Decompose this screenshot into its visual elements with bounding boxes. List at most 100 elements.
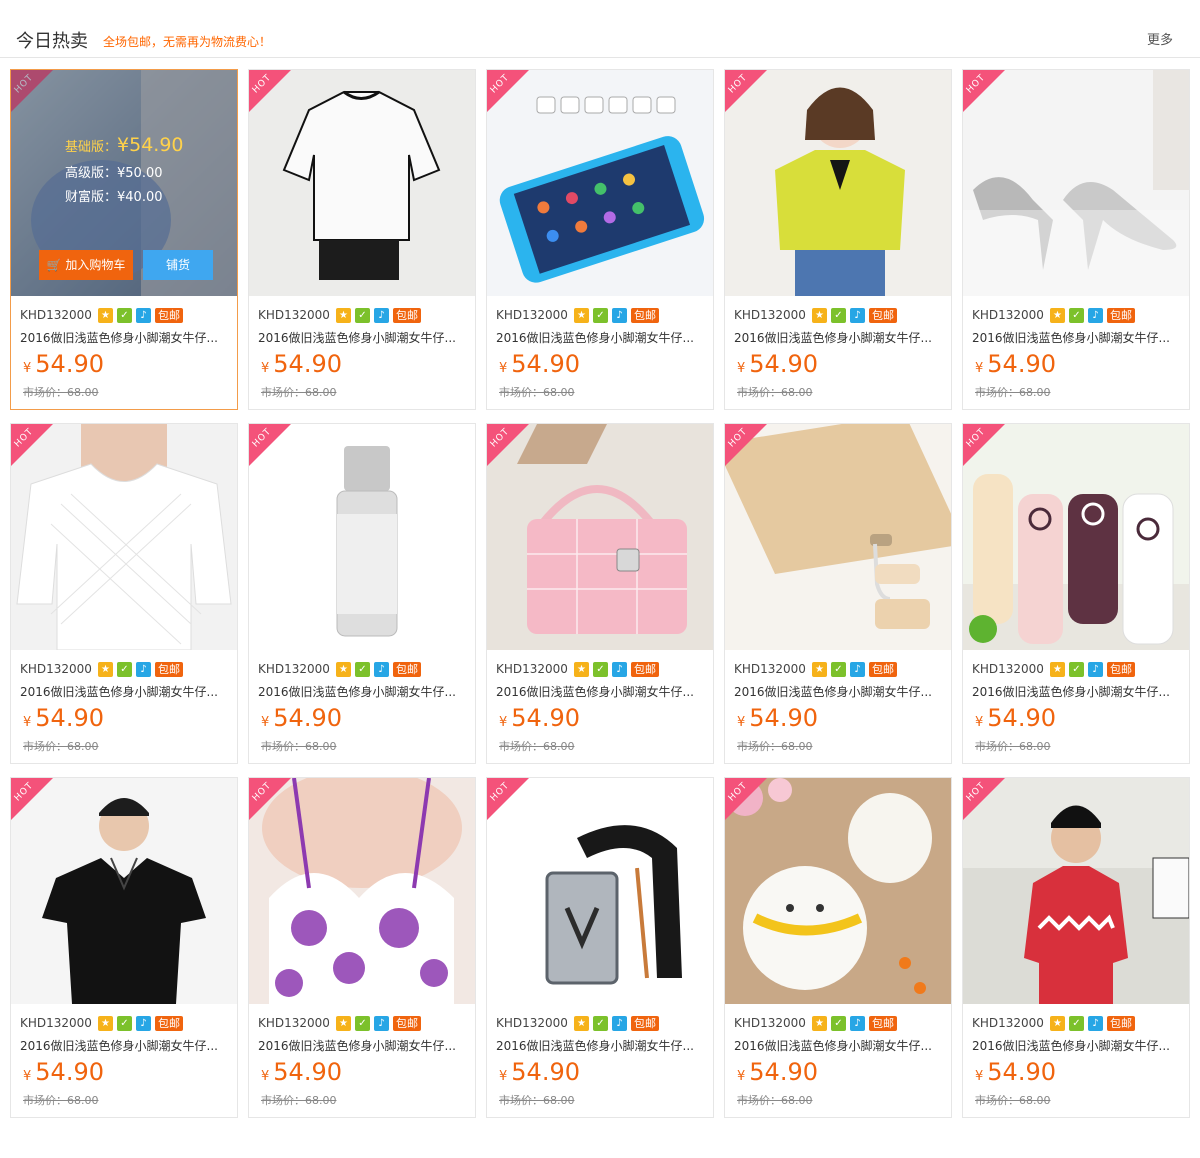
price-tier-overlay: 基础版：¥54.90 高级版：¥50.00 财富版：¥40.00 🛒 加入购物车… bbox=[11, 70, 237, 296]
product-card[interactable]: HOT KHD132000 ★ ✓ ♪ 包邮 2016做旧浅蓝色修身小脚潮女牛仔… bbox=[248, 777, 476, 1118]
product-card[interactable]: HOT KHD132000 ★ ✓ ♪ 包邮 2016做旧浅蓝色修身小脚潮女牛仔… bbox=[248, 423, 476, 764]
currency-symbol: ¥ bbox=[737, 361, 746, 376]
product-meta: KHD132000 ★ ✓ ♪ 包邮 bbox=[496, 306, 663, 324]
add-to-cart-button[interactable]: 🛒 加入购物车 bbox=[39, 250, 133, 280]
market-price: 市场价：68.00 bbox=[261, 386, 337, 399]
product-card[interactable]: HOT KHD132000 ★ ✓ ♪ 包邮 2016做旧浅蓝色修身小脚潮女牛仔… bbox=[962, 777, 1190, 1118]
free-shipping-badge: 包邮 bbox=[630, 1015, 659, 1031]
price-value: 54.90 bbox=[511, 1058, 580, 1086]
product-image[interactable]: HOT bbox=[963, 424, 1189, 650]
star-icon: ★ bbox=[97, 307, 113, 323]
product-image[interactable]: HOT bbox=[725, 778, 951, 1004]
product-image[interactable]: HOT bbox=[249, 70, 475, 296]
price-value: 54.90 bbox=[35, 1058, 104, 1086]
product-card[interactable]: HOT KHD132000 ★ ✓ ♪ 包邮 2016做旧浅蓝色修身小脚潮女牛仔… bbox=[724, 423, 952, 764]
product-name[interactable]: 2016做旧浅蓝色修身小脚潮女牛仔... bbox=[972, 329, 1182, 346]
product-name[interactable]: 2016做旧浅蓝色修身小脚潮女牛仔... bbox=[496, 1037, 706, 1054]
product-card[interactable]: HOT KHD132000 ★ ✓ ♪ 包邮 2016做旧浅蓝色修身小脚潮女牛仔… bbox=[486, 423, 714, 764]
product-price: ¥54.90 bbox=[499, 704, 580, 732]
product-name[interactable]: 2016做旧浅蓝色修身小脚潮女牛仔... bbox=[734, 1037, 944, 1054]
product-image[interactable]: HOT bbox=[487, 424, 713, 650]
product-name[interactable]: 2016做旧浅蓝色修身小脚潮女牛仔... bbox=[972, 1037, 1182, 1054]
product-meta: KHD132000 ★ ✓ ♪ 包邮 bbox=[20, 660, 187, 678]
product-card[interactable]: HOT KHD132000 ★ ✓ ♪ 包邮 2016做旧浅蓝色修身小脚潮女牛仔… bbox=[10, 423, 238, 764]
product-image[interactable]: HOT bbox=[249, 424, 475, 650]
product-meta: KHD132000 ★ ✓ ♪ 包邮 bbox=[258, 1014, 425, 1032]
product-image[interactable]: HOT bbox=[249, 778, 475, 1004]
product-image[interactable]: HOT bbox=[963, 778, 1189, 1004]
free-shipping-badge: 包邮 bbox=[392, 661, 421, 677]
product-card[interactable]: HOT KHD132000 ★ ✓ ♪ 包邮 2016做旧浅蓝色修身小脚潮女牛仔… bbox=[962, 423, 1190, 764]
product-image[interactable]: HOT bbox=[487, 778, 713, 1004]
shield-icon: ✓ bbox=[116, 307, 132, 323]
star-icon: ★ bbox=[1049, 307, 1065, 323]
product-card[interactable]: HOT KHD132000 ★ ✓ ♪ 包邮 2016做旧浅蓝色修身小脚潮女牛仔… bbox=[10, 777, 238, 1118]
market-price: 市场价：68.00 bbox=[975, 386, 1051, 399]
star-icon: ★ bbox=[811, 307, 827, 323]
speaker-icon: ♪ bbox=[373, 1015, 389, 1031]
more-link[interactable]: 更多 bbox=[1147, 29, 1173, 48]
product-card[interactable]: HOT KHD132000 ★ ✓ ♪ 包邮 2016做旧浅蓝色修身小脚潮女牛仔… bbox=[248, 69, 476, 410]
free-shipping-badge: 包邮 bbox=[1106, 307, 1135, 323]
product-image[interactable]: HOT 基础版：¥54.90 高级版：¥50.00 财富版：¥40.00 🛒 加… bbox=[11, 70, 237, 296]
speaker-icon: ♪ bbox=[611, 661, 627, 677]
shield-icon: ✓ bbox=[116, 661, 132, 677]
product-image[interactable]: HOT bbox=[963, 70, 1189, 296]
product-image[interactable]: HOT bbox=[725, 424, 951, 650]
tier-advanced: 高级版：¥50.00 bbox=[65, 166, 163, 181]
currency-symbol: ¥ bbox=[261, 715, 270, 730]
product-image[interactable]: HOT bbox=[11, 778, 237, 1004]
product-code: KHD132000 bbox=[20, 1016, 92, 1030]
star-icon: ★ bbox=[811, 661, 827, 677]
product-name[interactable]: 2016做旧浅蓝色修身小脚潮女牛仔... bbox=[734, 329, 944, 346]
speaker-icon: ♪ bbox=[1087, 661, 1103, 677]
free-shipping-badge: 包邮 bbox=[154, 1015, 183, 1031]
product-code: KHD132000 bbox=[972, 308, 1044, 322]
product-card[interactable]: HOT KHD132000 ★ ✓ ♪ 包邮 2016做旧浅蓝色修身小脚潮女牛仔… bbox=[486, 69, 714, 410]
product-name[interactable]: 2016做旧浅蓝色修身小脚潮女牛仔... bbox=[734, 683, 944, 700]
product-name[interactable]: 2016做旧浅蓝色修身小脚潮女牛仔... bbox=[20, 683, 230, 700]
product-meta: KHD132000 ★ ✓ ♪ 包邮 bbox=[20, 306, 187, 324]
product-price: ¥54.90 bbox=[737, 350, 818, 378]
product-name[interactable]: 2016做旧浅蓝色修身小脚潮女牛仔... bbox=[258, 1037, 468, 1054]
section-subtitle: 全场包邮，无需再为物流费心！ bbox=[103, 35, 272, 49]
free-shipping-badge: 包邮 bbox=[868, 661, 897, 677]
shield-icon: ✓ bbox=[830, 1015, 846, 1031]
product-meta: KHD132000 ★ ✓ ♪ 包邮 bbox=[972, 660, 1139, 678]
product-card[interactable]: HOT 基础版：¥54.90 高级版：¥50.00 财富版：¥40.00 🛒 加… bbox=[10, 69, 238, 410]
currency-symbol: ¥ bbox=[23, 361, 32, 376]
free-shipping-badge: 包邮 bbox=[392, 307, 421, 323]
product-image[interactable]: HOT bbox=[487, 70, 713, 296]
product-card[interactable]: HOT KHD132000 ★ ✓ ♪ 包邮 2016做旧浅蓝色修身小脚潮女牛仔… bbox=[486, 777, 714, 1118]
product-meta: KHD132000 ★ ✓ ♪ 包邮 bbox=[734, 1014, 901, 1032]
product-code: KHD132000 bbox=[496, 662, 568, 676]
product-card[interactable]: HOT KHD132000 ★ ✓ ♪ 包邮 2016做旧浅蓝色修身小脚潮女牛仔… bbox=[724, 777, 952, 1118]
product-name[interactable]: 2016做旧浅蓝色修身小脚潮女牛仔... bbox=[20, 329, 230, 346]
product-card[interactable]: HOT KHD132000 ★ ✓ ♪ 包邮 2016做旧浅蓝色修身小脚潮女牛仔… bbox=[724, 69, 952, 410]
price-value: 54.90 bbox=[749, 1058, 818, 1086]
product-name[interactable]: 2016做旧浅蓝色修身小脚潮女牛仔... bbox=[258, 329, 468, 346]
shield-icon: ✓ bbox=[116, 1015, 132, 1031]
product-image[interactable]: HOT bbox=[725, 70, 951, 296]
stock-button[interactable]: 铺货 bbox=[143, 250, 213, 280]
product-image[interactable]: HOT bbox=[11, 424, 237, 650]
product-price: ¥54.90 bbox=[499, 350, 580, 378]
market-price: 市场价：68.00 bbox=[23, 1094, 99, 1107]
product-code: KHD132000 bbox=[20, 662, 92, 676]
product-name[interactable]: 2016做旧浅蓝色修身小脚潮女牛仔... bbox=[258, 683, 468, 700]
product-name[interactable]: 2016做旧浅蓝色修身小脚潮女牛仔... bbox=[496, 329, 706, 346]
market-price: 市场价：68.00 bbox=[737, 1094, 813, 1107]
cart-icon: 🛒 bbox=[46, 258, 62, 272]
product-price: ¥54.90 bbox=[23, 704, 104, 732]
product-name[interactable]: 2016做旧浅蓝色修身小脚潮女牛仔... bbox=[20, 1037, 230, 1054]
price-value: 54.90 bbox=[273, 704, 342, 732]
speaker-icon: ♪ bbox=[611, 1015, 627, 1031]
speaker-icon: ♪ bbox=[373, 307, 389, 323]
product-name[interactable]: 2016做旧浅蓝色修身小脚潮女牛仔... bbox=[972, 683, 1182, 700]
market-price: 市场价：68.00 bbox=[499, 386, 575, 399]
section-header: 今日热卖 全场包邮，无需再为物流费心！ 更多 bbox=[0, 0, 1200, 58]
product-card[interactable]: HOT KHD132000 ★ ✓ ♪ 包邮 2016做旧浅蓝色修身小脚潮女牛仔… bbox=[962, 69, 1190, 410]
product-name[interactable]: 2016做旧浅蓝色修身小脚潮女牛仔... bbox=[496, 683, 706, 700]
speaker-icon: ♪ bbox=[135, 307, 151, 323]
market-price: 市场价：68.00 bbox=[737, 740, 813, 753]
